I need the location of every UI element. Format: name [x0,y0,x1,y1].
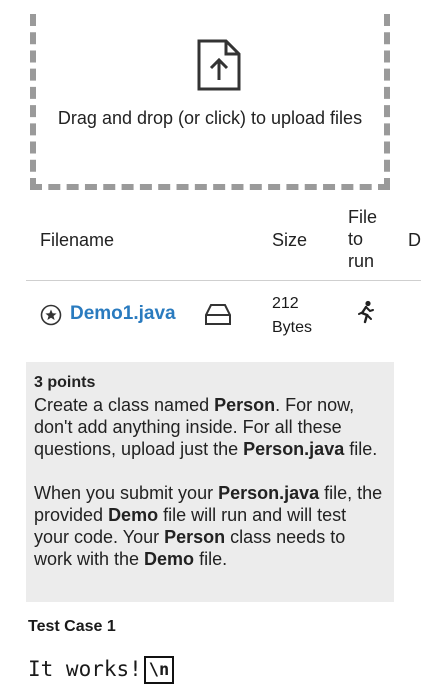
header-filename: Filename [40,230,115,250]
file-name: Demo [108,505,159,525]
expected-output: It works! \n [28,656,175,684]
eraser-icon[interactable] [204,302,232,328]
text: Create a class named [34,395,215,415]
text: file. [194,549,228,569]
file-name: Person.java [218,483,320,503]
header-file-to-run: File to run [348,206,388,272]
description-paragraph: When you submit your Person.java file, t… [34,482,386,570]
header-size: Size [272,230,308,250]
upload-file-icon [197,39,241,91]
file-name: Demo [144,549,195,569]
class-name: Person [164,527,226,547]
points-label: 3 points [34,374,96,391]
dropzone-instructions: Drag and drop (or click) to upload files [57,108,363,128]
files-table: Filename Size File to run D [26,204,421,281]
size-unit: Bytes [272,319,313,336]
newline-marker: \n [143,656,175,684]
text: When you submit your [34,483,219,503]
header-run-line: File [348,207,378,227]
size-value: 212 [272,295,299,312]
text: file. [344,439,378,459]
header-truncated: D [408,230,421,250]
table-header: Filename Size File to run D [26,204,421,281]
question-description: 3 points Create a class named Person. Fo… [26,362,394,602]
upload-dropzone[interactable]: Drag and drop (or click) to upload files [30,14,390,190]
output-text: It works! [28,657,142,681]
class-name: Person [214,395,276,415]
test-case-title: Test Case 1 [28,618,116,635]
running-person-icon[interactable] [354,300,376,326]
header-run-line: run [348,251,375,271]
description-paragraph: Create a class named Person. For now, do… [34,394,386,460]
header-run-line: to [348,229,364,249]
star-circle-icon[interactable] [40,304,62,326]
file-name: Person.java [243,439,345,459]
file-size: 212 Bytes [272,292,312,340]
file-link-demo1[interactable]: Demo1.java [70,303,176,325]
page: Drag and drop (or click) to upload files… [0,0,421,700]
